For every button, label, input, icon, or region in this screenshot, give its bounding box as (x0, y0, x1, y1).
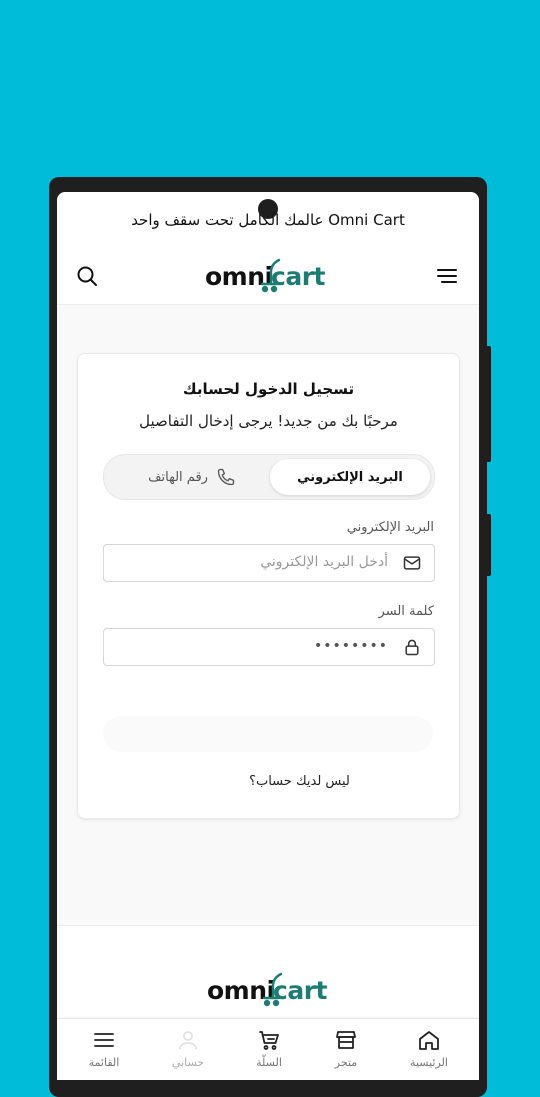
nav-item-home[interactable]: الرئيسية (387, 1019, 471, 1080)
main-content: تسجيل الدخول لحسابك مرحبًا بك من جديد! ي… (57, 305, 479, 925)
tab-phone[interactable]: رقم الهاتف (112, 459, 272, 495)
page-footer: omni cart (57, 925, 479, 1026)
hamburger-icon[interactable] (435, 264, 459, 288)
register-link[interactable] (187, 774, 245, 789)
logo-cart-icon (260, 258, 281, 293)
forgot-password-link[interactable] (103, 676, 107, 690)
phone-screen: Omni Cart عالمك الكامل تحت سقف واحد omni… (57, 192, 479, 1080)
nav-label-account: حسابي (171, 1056, 205, 1069)
brand-logo[interactable]: omni cart (205, 258, 329, 294)
menu-icon (94, 1033, 114, 1047)
phone-side-button (486, 346, 491, 462)
app-header: omni cart (57, 248, 479, 305)
email-placeholder: أدخل البريد الإلكتروني (260, 554, 388, 570)
email-label: البريد الإلكتروني (346, 520, 434, 535)
nav-item-cart[interactable]: السلّة (227, 1019, 311, 1080)
login-title: تسجيل الدخول لحسابك (182, 380, 355, 398)
login-submit-button[interactable] (103, 716, 433, 752)
password-value: •••••••• (313, 638, 388, 654)
nav-label-home: الرئيسية (410, 1056, 448, 1069)
logo-cart-icon (262, 972, 283, 1007)
home-icon (419, 1031, 439, 1050)
lock-icon (405, 639, 419, 656)
login-subtitle: مرحبًا بك من جديد! يرجى إدخال التفاصيل (139, 412, 398, 430)
no-account-row: ليس لديك حساب؟ (78, 774, 459, 789)
password-field[interactable]: •••••••• (103, 628, 435, 666)
nav-label-menu: القائمة (88, 1056, 120, 1069)
no-account-text: ليس لديك حساب؟ (249, 774, 350, 789)
camera-icon (258, 199, 278, 219)
cart-icon (259, 1031, 279, 1050)
tab-phone-label: رقم الهاتف (148, 469, 208, 485)
email-field[interactable]: أدخل البريد الإلكتروني (103, 544, 435, 582)
login-card: تسجيل الدخول لحسابك مرحبًا بك من جديد! ي… (77, 353, 460, 819)
phone-side-button (486, 514, 491, 576)
search-icon[interactable] (75, 264, 99, 288)
tab-email[interactable]: البريد الإلكتروني (270, 459, 430, 495)
store-icon (336, 1031, 356, 1049)
phone-icon (217, 468, 235, 486)
user-icon (179, 1031, 197, 1050)
footer-logo[interactable]: omni cart (207, 972, 331, 1008)
nav-item-menu[interactable]: القائمة (62, 1019, 146, 1080)
bottom-navigation: الرئيسية متجر السلّة حسابي القائمة (57, 1018, 479, 1080)
nav-label-cart: السلّة (256, 1056, 282, 1069)
mail-icon (403, 556, 421, 570)
tab-email-label: البريد الإلكتروني (297, 469, 403, 485)
nav-item-store[interactable]: متجر (304, 1019, 388, 1080)
nav-label-store: متجر (334, 1056, 358, 1069)
login-method-tabs: البريد الإلكتروني رقم الهاتف (103, 454, 435, 500)
password-label: كلمة السر (378, 604, 434, 619)
nav-item-account[interactable]: حسابي (146, 1019, 230, 1080)
